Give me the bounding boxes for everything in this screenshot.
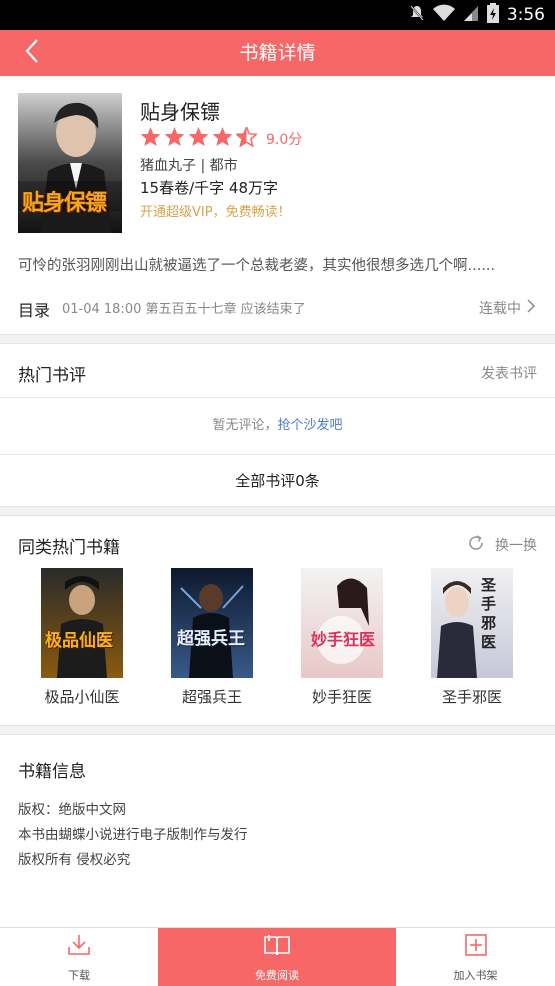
book-cover[interactable]: 贴身保镖: [18, 93, 122, 233]
section-gap: [0, 725, 555, 735]
similar-book-item[interactable]: 圣手邪医 圣手邪医: [417, 568, 527, 707]
download-button[interactable]: 下载: [0, 928, 158, 986]
star-icon: [212, 127, 233, 151]
similar-title: 同类热门书籍: [18, 538, 120, 558]
add-to-shelf-label: 加入书架: [453, 968, 498, 982]
copyright-line: 版权：绝版中文网: [18, 802, 126, 818]
download-icon: [67, 933, 91, 961]
author-category: 猪血丸子 | 都市: [140, 158, 238, 174]
app-header: 书籍详情: [0, 30, 555, 76]
toc-label: 目录: [18, 301, 51, 320]
latest-chapter: 01-04 18:00 第五百五十七章 应该结束了: [62, 302, 306, 317]
no-review-text: 暂无评论，: [212, 418, 278, 433]
similar-book-title: 圣手邪医: [441, 688, 502, 706]
download-label: 下载: [68, 968, 90, 982]
post-review-button[interactable]: 发表书评: [481, 363, 537, 383]
no-review-message: 暂无评论，抢个沙发吧: [0, 414, 555, 433]
section-gap: [0, 506, 555, 516]
page-title: 书籍详情: [239, 42, 316, 64]
cover-title: 贴身保镖: [22, 191, 107, 216]
similar-book-title: 极品小仙医: [44, 688, 120, 706]
star-icon: [140, 127, 161, 151]
similar-book-title: 超强兵王: [181, 688, 242, 706]
book-title: 贴身保镖: [140, 100, 220, 124]
serial-status: 连载中: [479, 298, 536, 318]
divider: [0, 397, 555, 398]
all-reviews-button[interactable]: 全部书评0条: [0, 456, 555, 506]
similar-book-cover: 超强兵王: [171, 568, 253, 678]
rating: 9.0分: [140, 125, 303, 151]
chevron-right-icon: [527, 299, 536, 317]
book-header: 贴身保镖 贴身保镖 9.0分 猪血丸子 | 都市 15春卷/千字 48万字 开通…: [0, 76, 555, 242]
similar-book-cover: 极品仙医: [41, 568, 123, 678]
toc-row[interactable]: 目录 01-04 18:00 第五百五十七章 应该结束了 连载中: [0, 286, 555, 330]
book-open-icon: [263, 933, 291, 961]
notification-off-icon: [409, 4, 425, 26]
wifi-icon: [432, 4, 455, 26]
similar-book-item[interactable]: 妙手狂医 妙手狂医: [287, 568, 397, 707]
rights-line: 版权所有 侵权必究: [18, 852, 131, 868]
star-icon: [164, 127, 185, 151]
similar-header: 同类热门书籍 换一换: [0, 518, 555, 568]
similar-book-cover: 妙手狂医: [301, 568, 383, 678]
similar-book-cover-text: 妙手狂医: [311, 630, 376, 649]
serial-status-label: 连载中: [479, 301, 521, 317]
free-read-button[interactable]: 免费阅读: [158, 928, 396, 986]
add-to-shelf-button[interactable]: 加入书架: [396, 928, 555, 986]
section-gap: [0, 334, 555, 344]
similar-book-item[interactable]: 超强兵王 超强兵王: [157, 568, 267, 707]
refresh-button[interactable]: 换一换: [467, 534, 537, 556]
signal-icon: [463, 4, 479, 26]
bottom-action-bar: 下载 免费阅读 加入书架: [0, 927, 555, 986]
reviews-title: 热门书评: [18, 366, 86, 386]
rating-score: 9.0分: [266, 132, 303, 148]
book-summary[interactable]: 可怜的张羽刚刚出山就被逼选了一个总裁老婆，其实他很想多选几个啊......: [18, 254, 538, 275]
reviews-header: 热门书评 发表书评: [0, 346, 555, 396]
similar-book-cover-text: 圣手邪医: [481, 576, 497, 651]
refresh-label: 换一换: [495, 538, 537, 554]
free-read-label: 免费阅读: [255, 968, 299, 982]
vip-promo-link[interactable]: 开通超级VIP，免费畅读！: [140, 201, 291, 220]
similar-book-cover: 圣手邪医: [431, 568, 513, 678]
refresh-icon: [467, 534, 485, 556]
similar-book-cover-text: 超强兵王: [177, 629, 245, 649]
book-info-title: 书籍信息: [18, 762, 86, 782]
divider: [0, 454, 555, 455]
similar-book-cover-text: 极品仙医: [45, 631, 113, 651]
add-icon: [464, 933, 488, 961]
publisher-line: 本书由蝴蝶小说进行电子版制作与发行: [18, 827, 248, 843]
book-stats: 15春卷/千字 48万字: [140, 179, 278, 197]
star-icon: [188, 127, 209, 151]
status-time: 3:56: [506, 5, 545, 25]
similar-book-title: 妙手狂医: [311, 688, 372, 706]
first-review-link[interactable]: 抢个沙发吧: [278, 418, 343, 433]
similar-book-item[interactable]: 极品仙医 极品小仙医: [27, 568, 137, 707]
similar-books-list: 极品仙医 极品小仙医 超强兵王 超强兵王 妙手狂医 妙手狂医 圣手邪医 圣手邪医: [0, 568, 555, 718]
star-half-icon: [234, 125, 259, 151]
status-icons: 3:56: [409, 3, 545, 27]
battery-icon: [486, 3, 499, 27]
status-bar: 3:56: [0, 0, 555, 30]
